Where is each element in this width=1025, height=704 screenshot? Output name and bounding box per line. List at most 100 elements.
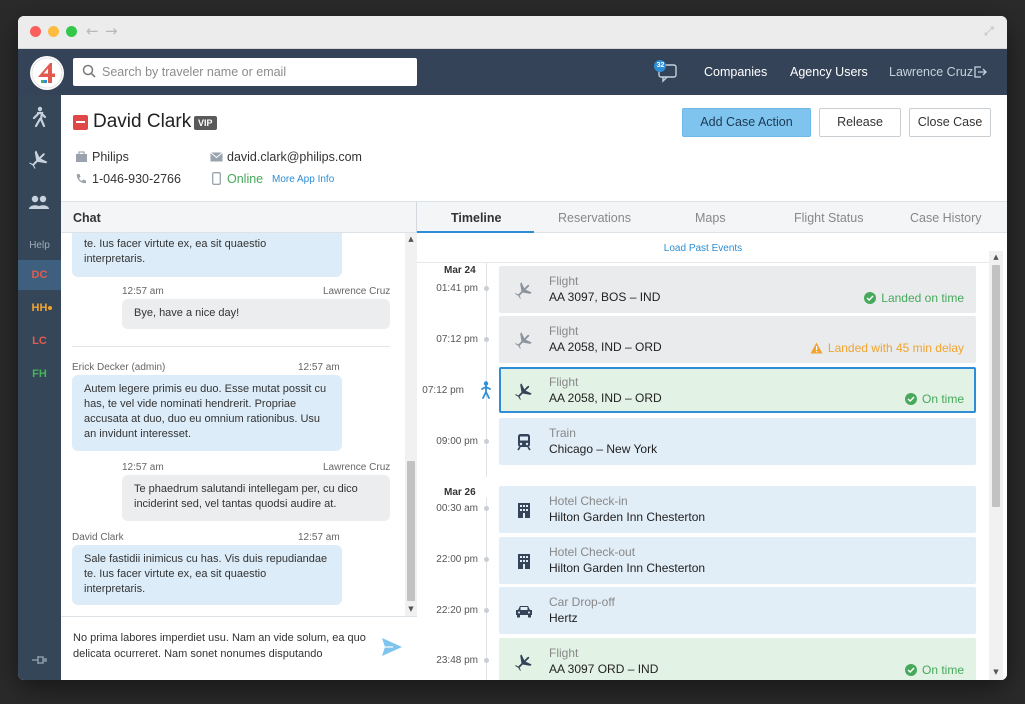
event-type: Car Drop-off [549, 595, 615, 609]
search-icon [82, 64, 96, 78]
event-status: Landed with 45 min delay [810, 341, 964, 355]
timeline-event-card[interactable]: Car Drop-off Hertz [499, 587, 976, 634]
traveler-location-icon [481, 381, 491, 399]
timeline-dot [484, 608, 489, 613]
company-name: Philips [92, 150, 129, 164]
event-detail: Hilton Garden Inn Chesterton [549, 561, 706, 575]
timeline-event-card[interactable]: Flight AA 3097 ORD – IND On time [499, 638, 976, 680]
sidebar-groups-button[interactable] [27, 191, 51, 215]
active-tab-indicator [417, 231, 534, 233]
more-app-info-link[interactable]: More App Info [272, 174, 334, 185]
back-arrow-icon[interactable]: ← [86, 22, 99, 40]
mobile-icon [212, 172, 221, 185]
timeline-event-card[interactable]: Hotel Check-out Hilton Garden Inn Cheste… [499, 537, 976, 584]
timeline-event-card[interactable]: Flight AA 2058, IND – ORD Landed with 45… [499, 316, 976, 363]
sidebar-case-lc[interactable]: LC [18, 326, 61, 356]
pin-icon[interactable] [30, 653, 48, 667]
walking-person-icon [32, 106, 47, 128]
email-address[interactable]: david.clark@philips.com [227, 150, 362, 164]
current-user-name[interactable]: Lawrence Cruz [889, 65, 973, 79]
event-type: Flight [549, 646, 579, 660]
case-code-label: DC [31, 269, 48, 281]
case-code-label: HH [31, 302, 48, 314]
traveler-name: David Clark [93, 111, 192, 132]
timeline-event-card[interactable]: Hotel Check-in Hilton Garden Inn Chester… [499, 486, 976, 533]
sidebar-case-hh[interactable]: HH [18, 293, 61, 323]
timeline-event-card[interactable]: Flight AA 3097, BOS – IND Landed on time [499, 266, 976, 313]
logout-icon[interactable] [973, 65, 987, 79]
event-time: 01:41 pm [436, 283, 478, 294]
nav-companies-link[interactable]: Companies [704, 65, 767, 79]
event-type: Flight [549, 274, 579, 288]
release-button[interactable]: Release [819, 108, 901, 137]
timeline-event-card-selected[interactable]: Flight AA 2058, IND – ORD On time [499, 367, 976, 413]
phone-number[interactable]: 1-046-930-2766 [92, 172, 181, 186]
chat-message: Bye, have a nice day! [122, 299, 390, 329]
sidebar-case-fh[interactable]: FH [18, 359, 61, 389]
scroll-up-arrow-icon[interactable]: ▲ [991, 253, 1001, 261]
timeline-scrollbar[interactable]: ▲ ▼ [989, 251, 1003, 680]
timeline-scroll-thumb[interactable] [992, 265, 1000, 507]
tab-flight-status[interactable]: Flight Status [794, 211, 863, 225]
sidebar-help-label: Help [29, 240, 50, 251]
minimize-window-button[interactable] [48, 26, 59, 37]
sidebar-flights-button[interactable] [27, 147, 51, 171]
tab-timeline[interactable]: Timeline [451, 211, 501, 225]
timeline-line [486, 263, 487, 477]
event-type: Hotel Check-out [549, 545, 636, 559]
timeline-dot [484, 439, 489, 444]
close-window-button[interactable] [30, 26, 41, 37]
chat-notifications-button[interactable]: 32 [653, 60, 681, 89]
message-sender: Erick Decker (admin) [72, 362, 166, 373]
unread-dot [48, 306, 52, 310]
zoom-window-button[interactable] [66, 26, 77, 37]
sidebar-travelers-button[interactable] [27, 105, 51, 129]
chat-badge-count: 32 [656, 62, 665, 69]
chat-composer[interactable]: No prima labores imperdiet usu. Nam an v… [61, 616, 417, 680]
scroll-up-arrow-icon[interactable]: ▲ [406, 235, 416, 243]
status-text: Landed with 45 min delay [827, 341, 964, 355]
add-case-action-button[interactable]: Add Case Action [682, 108, 811, 137]
event-status: On time [904, 392, 964, 406]
traveler-search [73, 58, 417, 86]
scroll-down-arrow-icon[interactable]: ▼ [991, 668, 1001, 676]
timeline-event-card[interactable]: Train Chicago – New York [499, 418, 976, 465]
chat-message: Autem legere primis eu duo. Esse mutat p… [72, 375, 342, 451]
tab-reservations[interactable]: Reservations [558, 211, 631, 225]
timeline-panel: Timeline Reservations Maps Flight Status… [417, 202, 1007, 680]
tab-maps[interactable]: Maps [695, 211, 726, 225]
message-time: 12:57 am [298, 532, 340, 543]
close-case-button[interactable]: Close Case [909, 108, 991, 137]
chat-scrollbar[interactable]: ▲ ▼ [405, 233, 417, 616]
fullscreen-icon[interactable]: ⤢ [984, 24, 994, 39]
email-icon [210, 152, 223, 162]
day-label: Mar 26 [444, 487, 476, 498]
car-icon [514, 601, 534, 621]
nav-agency-users-link[interactable]: Agency Users [790, 65, 868, 79]
load-past-events-link[interactable]: Load Past Events [417, 234, 989, 263]
event-time: 07:12 pm [422, 385, 464, 396]
event-type: Flight [549, 324, 579, 338]
search-input[interactable] [102, 62, 402, 82]
status-text: On time [921, 392, 964, 406]
case-code-label: FH [32, 368, 47, 380]
event-detail: AA 3097, BOS – IND [549, 290, 661, 304]
scroll-down-arrow-icon[interactable]: ▼ [406, 605, 416, 613]
event-status: Landed on time [864, 291, 964, 305]
message-text: Sale fastidii inimicus cu has. Vis duis … [84, 553, 328, 595]
window-titlebar: ← → ⤢ [18, 16, 1007, 49]
event-detail: Chicago – New York [549, 442, 658, 456]
event-detail: AA 2058, IND – ORD [549, 391, 662, 405]
left-sidebar: Help DC HH LC FH [18, 95, 61, 680]
chat-message: Sale fastidii inimicus cu has. Vis duis … [72, 545, 342, 605]
chat-title: Chat [73, 211, 101, 225]
message-input[interactable]: No prima labores imperdiet usu. Nam an v… [73, 630, 373, 662]
sidebar-case-dc[interactable]: DC [18, 260, 61, 290]
hotel-icon [514, 500, 534, 520]
tab-case-history[interactable]: Case History [910, 211, 982, 225]
send-icon[interactable] [381, 637, 403, 657]
chat-scroll-thumb[interactable] [407, 461, 415, 601]
event-detail: Hilton Garden Inn Chesterton [549, 510, 706, 524]
app-logo[interactable] [30, 56, 64, 90]
forward-arrow-icon[interactable]: → [105, 22, 118, 40]
